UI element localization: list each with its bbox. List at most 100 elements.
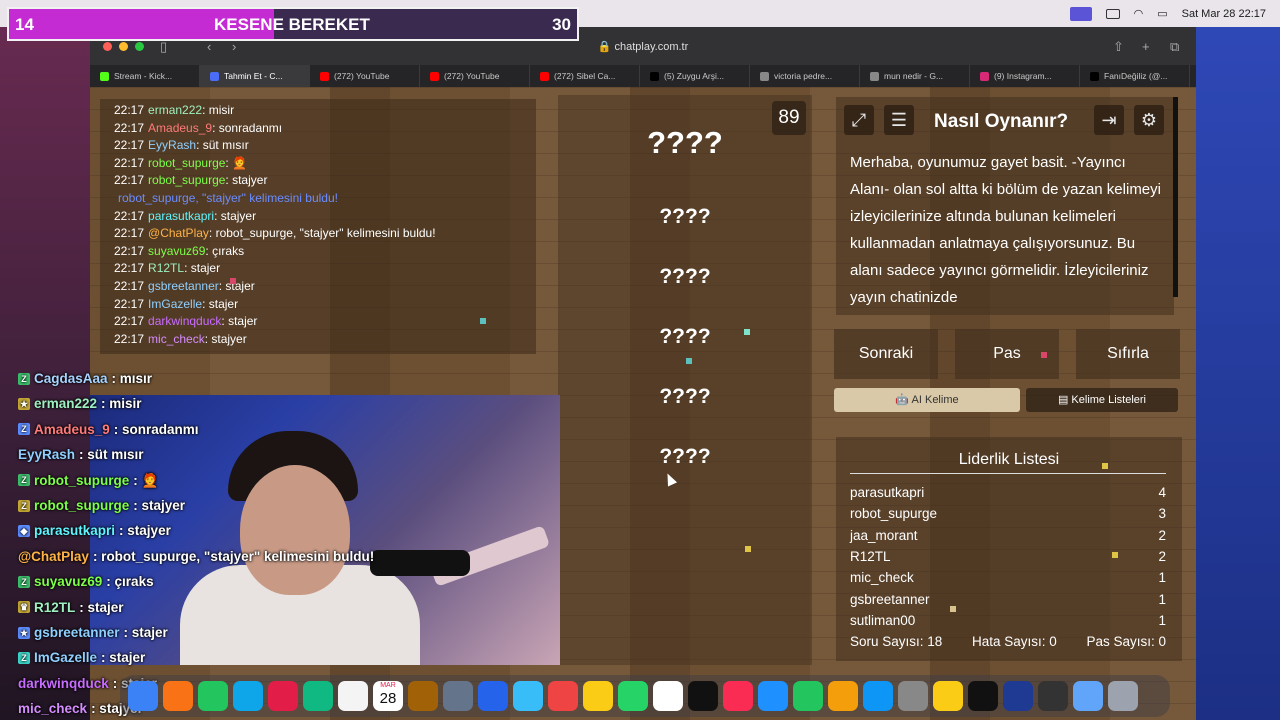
dock-app-icon[interactable] xyxy=(408,681,438,711)
browser-tab[interactable]: (272) Sibel Ca... xyxy=(530,65,640,87)
dock-app-icon[interactable] xyxy=(303,681,333,711)
scrollbar[interactable] xyxy=(1173,97,1178,297)
sidebar-toggle-icon[interactable]: ▯ xyxy=(160,39,167,55)
next-button[interactable]: Sonraki xyxy=(834,329,938,379)
dock-app-icon[interactable] xyxy=(198,681,228,711)
browser-tab[interactable]: (272) YouTube xyxy=(310,65,420,87)
dock-app-icon[interactable] xyxy=(723,681,753,711)
dock-app-icon[interactable] xyxy=(268,681,298,711)
word-lists-button[interactable]: ▤ Kelime Listeleri xyxy=(1026,388,1178,412)
chat-text: : çıraks xyxy=(205,243,245,258)
chat-username[interactable]: EyyRash xyxy=(148,138,196,152)
browser-tab[interactable]: Stream - Kick... xyxy=(90,65,200,87)
browser-tab[interactable]: (9) Instagram... xyxy=(970,65,1080,87)
dock-app-icon[interactable] xyxy=(233,681,263,711)
new-tab-icon[interactable]: + xyxy=(1142,39,1150,54)
datetime[interactable]: Sat Mar 28 22:17 xyxy=(1182,8,1266,20)
chat-username[interactable]: mic_check xyxy=(148,332,205,346)
dock-app-icon[interactable] xyxy=(653,681,683,711)
dock-app-icon[interactable] xyxy=(1108,681,1138,711)
notes-icon[interactable]: ☰ xyxy=(884,105,914,135)
wifi-icon[interactable]: ◠ xyxy=(1134,7,1144,20)
chat-username[interactable]: robot_supurge, "stajyer" kelimesini buld… xyxy=(118,191,338,205)
screen-share-icon[interactable] xyxy=(1069,6,1092,21)
dock-app-icon[interactable] xyxy=(898,681,928,711)
chat-username[interactable]: suyavuz69 xyxy=(148,244,205,258)
share-icon[interactable]: ⇧ xyxy=(1113,39,1124,55)
dock-app-icon[interactable] xyxy=(1003,681,1033,711)
exit-icon[interactable]: ⇥ xyxy=(1094,105,1124,135)
close-window-icon[interactable] xyxy=(103,42,112,51)
confetti-piece xyxy=(1112,552,1118,558)
tab-label: Stream - Kick... xyxy=(114,71,173,81)
overlay-text: : çıraks xyxy=(106,574,154,590)
dock-app-icon[interactable] xyxy=(1038,681,1068,711)
tab-overview-icon[interactable]: ⧉ xyxy=(1170,39,1179,55)
chat-username[interactable]: @ChatPlay xyxy=(148,226,209,240)
dock-app-icon[interactable] xyxy=(478,681,508,711)
browser-tab[interactable]: Tahmin Et - C... xyxy=(200,65,310,87)
dock-app-icon[interactable] xyxy=(338,681,368,711)
dock-app-icon[interactable] xyxy=(758,681,788,711)
battery-icon[interactable]: ▭ xyxy=(1157,7,1167,20)
chat-username[interactable]: parasutkapri xyxy=(148,209,214,223)
chat-time: 22:17 xyxy=(114,138,145,153)
dock-app-icon[interactable] xyxy=(863,681,893,711)
dock-app-icon[interactable] xyxy=(933,681,963,711)
ai-word-button[interactable]: 🤖 AI Kelime xyxy=(834,388,1020,412)
dock-app-icon[interactable] xyxy=(513,681,543,711)
dock-app-icon[interactable] xyxy=(443,681,473,711)
tab-label: Tahmin Et - C... xyxy=(224,71,283,81)
overlay-text: : stajer xyxy=(123,624,168,640)
chat-text: : stajer xyxy=(184,261,221,276)
player-score: 2 xyxy=(1158,527,1166,543)
browser-tab[interactable]: (272) YouTube xyxy=(420,65,530,87)
browser-tab[interactable]: mun nedir - G... xyxy=(860,65,970,87)
browser-tab[interactable]: victoria pedre... xyxy=(750,65,860,87)
browser-tab[interactable]: FanıDeğiliz (@... xyxy=(1080,65,1190,87)
keyboard-icon[interactable] xyxy=(1105,8,1120,19)
chat-username[interactable]: gsbreetanner xyxy=(148,279,219,293)
forward-icon[interactable]: › xyxy=(232,39,236,54)
overlay-username: erman222 xyxy=(34,396,98,412)
calendar-app-icon[interactable]: MAR 28 xyxy=(373,681,403,711)
pass-count: Pas Sayısı: 0 xyxy=(1086,634,1166,649)
tab-label: (5) Zuygu Arşi... xyxy=(664,71,724,81)
overlay-chat-message: Z ImGazelle : stajer xyxy=(18,645,438,670)
fullscreen-icon[interactable]: ⤢ xyxy=(844,105,874,135)
chat-username[interactable]: robot_supurge xyxy=(148,173,225,187)
favicon-icon xyxy=(980,71,989,81)
chat-username[interactable]: Amadeus_9 xyxy=(148,121,212,135)
dock-app-icon[interactable] xyxy=(1073,681,1103,711)
chat-text: : süt mısır xyxy=(196,138,249,153)
chat-username[interactable]: R12TL xyxy=(148,261,184,275)
dock-app-icon[interactable] xyxy=(793,681,823,711)
dock-app-icon[interactable] xyxy=(968,681,998,711)
leaderboard-title: Liderlik Listesi xyxy=(958,451,1060,468)
chat-username[interactable]: robot_supurge xyxy=(148,156,225,170)
how-to-play-header: ⤢ ☰ Nasıl Oynanır? ⇥ ⚙ xyxy=(836,97,1174,141)
player-name: mic_check xyxy=(850,570,914,586)
dock-app-icon[interactable] xyxy=(688,681,718,711)
tab-label: (272) YouTube xyxy=(444,71,500,81)
settings-gear-icon[interactable]: ⚙ xyxy=(1134,105,1164,135)
overlay-text: : 🧑‍🦰 xyxy=(133,472,159,488)
dock-app-icon[interactable] xyxy=(583,681,613,711)
player-name: gsbreetanner xyxy=(850,591,930,607)
dock-app-icon[interactable] xyxy=(163,681,193,711)
browser-tab[interactable]: (5) Zuygu Arşi... xyxy=(640,65,750,87)
dock-app-icon[interactable] xyxy=(128,681,158,711)
chat-username[interactable]: darkwinqduck xyxy=(148,314,221,328)
overlay-chat-message: Z CagdasAaa : mısır xyxy=(18,366,438,391)
overlay-text: : mısır xyxy=(111,371,153,386)
dock-app-icon[interactable] xyxy=(618,681,648,711)
chat-time: 22:17 xyxy=(114,173,145,188)
dock-app-icon[interactable] xyxy=(548,681,578,711)
minimize-window-icon[interactable] xyxy=(119,42,128,51)
chat-username[interactable]: erman222 xyxy=(148,103,202,117)
reset-button[interactable]: Sıfırla xyxy=(1076,329,1180,379)
chat-username[interactable]: ImGazelle xyxy=(148,297,202,311)
zoom-window-icon[interactable] xyxy=(135,42,144,51)
dock-app-icon[interactable] xyxy=(828,681,858,711)
back-icon[interactable]: ‹ xyxy=(207,39,211,54)
